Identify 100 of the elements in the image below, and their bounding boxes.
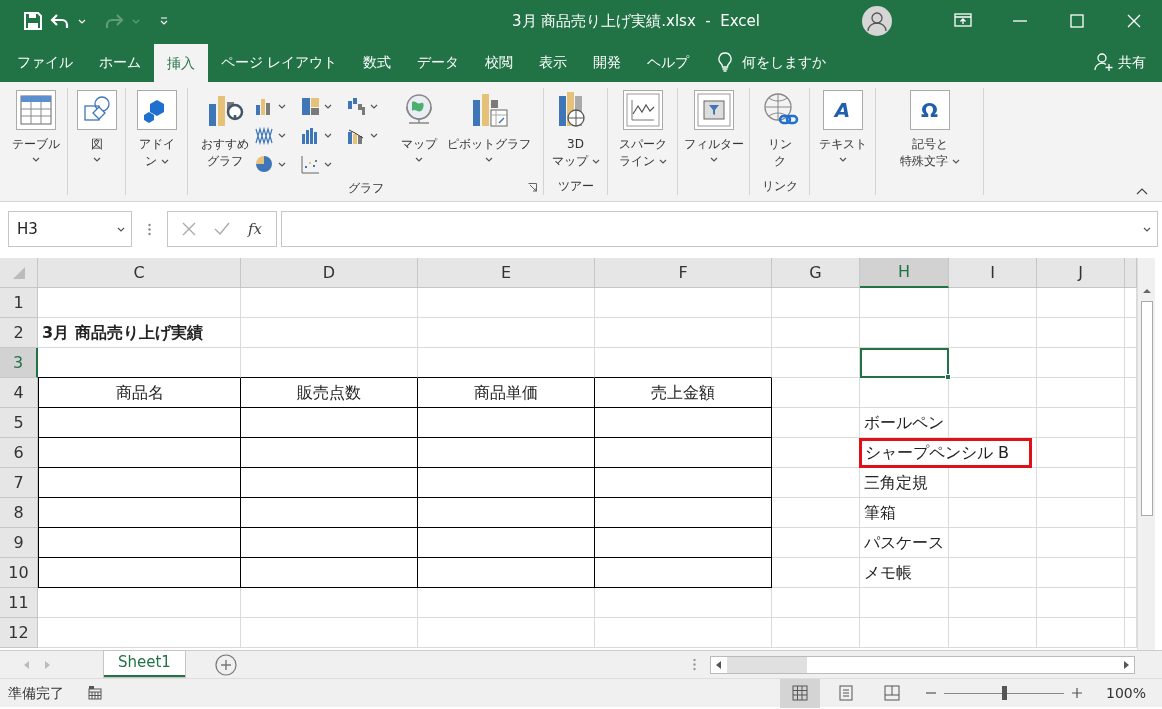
ribbon-tab[interactable]: データ (404, 42, 473, 82)
zoom-slider[interactable] (943, 686, 1064, 700)
ribbon-button[interactable]: ピボットグラフ (444, 88, 533, 179)
save-icon[interactable] (24, 12, 42, 30)
grid-cell[interactable] (595, 558, 772, 588)
ribbon-button[interactable]: リン ク (757, 88, 802, 177)
grid-cell[interactable] (241, 408, 418, 438)
share-button[interactable]: 共有 (1094, 42, 1146, 82)
ribbon-tab[interactable]: 開発 (580, 42, 635, 82)
collapse-ribbon-icon[interactable] (1136, 187, 1148, 195)
maximize-icon[interactable] (1067, 12, 1086, 30)
row-header[interactable]: 7 (0, 468, 38, 498)
row-header[interactable]: 10 (0, 558, 38, 588)
ribbon-tab[interactable]: 数式 (350, 42, 405, 82)
ribbon-tab[interactable]: ページ レイアウト (208, 42, 351, 82)
grid-cell[interactable]: 売上金額 (595, 378, 772, 408)
grid-cell[interactable] (38, 438, 241, 468)
slider-thumb[interactable] (1001, 686, 1007, 700)
previous-sheet-icon[interactable] (24, 660, 29, 669)
grid-cell[interactable] (241, 528, 418, 558)
column-header[interactable]: D (241, 258, 418, 288)
chart-type-button[interactable] (254, 155, 286, 174)
row-header[interactable]: 11 (0, 588, 38, 618)
dialog-launcher-icon[interactable] (528, 183, 537, 192)
active-cell[interactable] (860, 348, 949, 378)
formula-field[interactable] (281, 211, 1158, 247)
grid-cell[interactable]: 販売点数 (241, 378, 418, 408)
ribbon-tab[interactable]: ファイル (4, 42, 86, 82)
grid-cell[interactable]: 商品名 (38, 378, 241, 408)
grid-cell[interactable] (418, 468, 595, 498)
add-sheet-icon[interactable] (214, 653, 237, 676)
scroll-thumb[interactable] (1140, 301, 1153, 516)
chart-type-button[interactable] (300, 155, 332, 174)
column-header[interactable]: H (860, 258, 949, 288)
ribbon-button[interactable]: おすすめ グラフ (198, 88, 251, 179)
avatar-icon[interactable] (862, 6, 892, 36)
cancel-icon[interactable] (182, 222, 196, 236)
fill-handle[interactable] (945, 374, 951, 380)
ribbon-tab[interactable]: 挿入 (154, 44, 208, 82)
grid-cell[interactable] (418, 498, 595, 528)
ribbon-button[interactable]: スパーク ライン (616, 88, 669, 177)
grid-cell[interactable] (418, 408, 595, 438)
grid-cell[interactable]: 3月 商品売り上げ実績 (38, 318, 241, 348)
column-header[interactable]: E (418, 258, 595, 288)
splitter-icon[interactable] (693, 658, 696, 671)
row-header[interactable]: 9 (0, 528, 38, 558)
grid-cell[interactable] (418, 528, 595, 558)
grid-cell[interactable] (418, 438, 595, 468)
name-box[interactable]: H3 (8, 211, 132, 247)
grid-cell[interactable] (241, 558, 418, 588)
ribbon-button[interactable]: テーブル (9, 88, 62, 177)
ribbon-tab[interactable]: ホーム (86, 42, 154, 82)
ribbon-button[interactable]: フィルター (681, 88, 746, 177)
macro-record-icon[interactable] (88, 686, 102, 700)
grid-cell[interactable]: 三角定規 (860, 468, 949, 498)
grid-cell[interactable]: メモ帳 (860, 558, 949, 588)
chart-type-button[interactable] (300, 126, 332, 145)
ribbon-display-icon[interactable] (953, 12, 972, 30)
column-header[interactable]: J (1037, 258, 1125, 288)
grid-cell[interactable] (38, 558, 241, 588)
horizontal-scrollbar[interactable] (710, 655, 1135, 674)
customize-icon[interactable] (160, 17, 168, 25)
grid-cell[interactable] (38, 468, 241, 498)
column-header[interactable]: G (772, 258, 860, 288)
grid-cell[interactable] (595, 468, 772, 498)
tell-me-field[interactable]: 何をしますか (740, 50, 861, 74)
grid-cell[interactable] (595, 438, 772, 468)
ribbon-button[interactable]: マップ (396, 88, 441, 179)
row-header[interactable]: 8 (0, 498, 38, 528)
row-header[interactable]: 6 (0, 438, 38, 468)
grid-cell[interactable]: 商品単価 (418, 378, 595, 408)
row-header[interactable]: 12 (0, 618, 38, 648)
ribbon-button[interactable]: A テキスト (816, 88, 869, 177)
ribbon-tab[interactable]: ヘルプ (634, 42, 703, 82)
grid-cell[interactable] (241, 438, 418, 468)
zoom-in-icon[interactable] (1071, 688, 1082, 698)
grid-cell[interactable] (595, 528, 772, 558)
row-header[interactable]: 4 (0, 378, 38, 408)
row-header[interactable]: 2 (0, 318, 38, 348)
column-header[interactable]: I (949, 258, 1037, 288)
scroll-up-icon[interactable] (1142, 288, 1151, 293)
grid-cell[interactable] (38, 498, 241, 528)
grid-cell[interactable] (38, 528, 241, 558)
column-header[interactable]: F (595, 258, 772, 288)
view-button[interactable] (779, 678, 820, 708)
row-header[interactable]: 3 (0, 348, 38, 378)
undo-icon[interactable] (50, 13, 70, 29)
ribbon-button[interactable]: Ω 記号と 特殊文字 (897, 88, 962, 177)
ribbon-button[interactable]: 図 (74, 88, 119, 177)
grid-cell[interactable] (38, 408, 241, 438)
ribbon-button[interactable]: 3D マップ (549, 88, 602, 177)
ribbon-tab[interactable]: 表示 (526, 42, 581, 82)
next-sheet-icon[interactable] (45, 660, 50, 669)
chart-type-button[interactable] (300, 97, 332, 116)
ribbon-button[interactable]: アドイ ン (134, 88, 179, 177)
enter-icon[interactable] (214, 222, 230, 236)
sheet-tab[interactable]: Sheet1 (104, 650, 185, 677)
ribbon-tab[interactable]: 校閲 (472, 42, 527, 82)
grid-cell[interactable] (241, 498, 418, 528)
row-header[interactable]: 5 (0, 408, 38, 438)
